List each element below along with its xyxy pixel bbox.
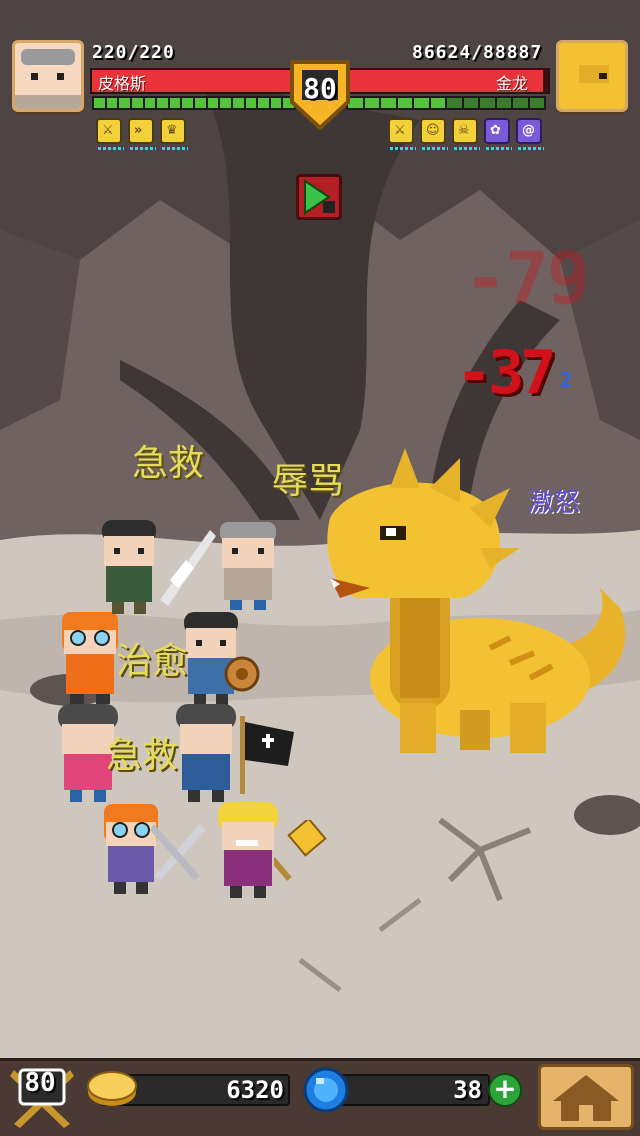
gray-cap-avatar-icon [15, 43, 81, 109]
hero-gray-hat-blue[interactable] [170, 704, 242, 804]
player-hp-text: 220/220 [92, 42, 175, 63]
boss-name: 金龙 [496, 76, 529, 93]
auto-speed-button[interactable] [296, 174, 342, 220]
skill-text-rescue-1: 急救 [132, 442, 205, 483]
skull-buff-icon[interactable]: ☠ [452, 118, 480, 150]
shield-icon [224, 656, 260, 692]
flag-icon [240, 716, 294, 794]
blue-gem-icon [303, 1067, 349, 1113]
gold-coin-icon [87, 1071, 137, 1106]
home-button[interactable] [538, 1064, 634, 1130]
damage-number-superscript: 2 [560, 368, 573, 392]
hammer-icon [274, 820, 327, 881]
player-buff-row: ⚔ » ♛ [96, 118, 188, 150]
play-speed-icon [304, 179, 335, 215]
gem-amount: 38 [453, 1076, 482, 1104]
add-gems-button[interactable]: + [488, 1073, 522, 1107]
gold-amount: 6320 [226, 1076, 284, 1104]
round-number: 80 [303, 72, 337, 105]
skill-text-insult: 辱骂 [272, 460, 345, 501]
speed-buff-icon[interactable]: » [128, 118, 156, 150]
sword-buff-icon[interactable]: ⚔ [388, 118, 416, 150]
damage-number-main: -37 [456, 338, 556, 408]
player-name: 皮格斯 [98, 76, 147, 93]
skill-text-rage: 激怒 [528, 487, 581, 517]
face-buff-icon[interactable]: ☺ [420, 118, 448, 150]
damage-number-faded: -79 [464, 236, 590, 320]
boss-hp-text: 86624/88887 [412, 42, 543, 63]
home-icon [553, 1075, 619, 1121]
battle-scene: 急救 辱骂 激怒 治愈 急救 -79 -37 2 220/220 皮格斯 866… [0, 0, 640, 1136]
skill-text-rescue-2: 急救 [106, 734, 179, 775]
sword-icon [160, 530, 216, 606]
sword-buff-icon[interactable]: ⚔ [96, 118, 124, 150]
pinwheel-buff-icon[interactable]: ✿ [484, 118, 512, 150]
swirl-buff-icon[interactable]: @ [516, 118, 544, 150]
player-level: 80 [24, 1068, 56, 1098]
crossed-swords-icon [150, 824, 206, 880]
player-portrait[interactable] [12, 40, 84, 112]
boss-portrait[interactable] [556, 40, 628, 112]
golden-dragon-avatar-icon [559, 43, 625, 109]
player-energy-bar [92, 96, 296, 110]
crown-buff-icon[interactable]: ♛ [160, 118, 188, 150]
hero-gray-cap[interactable] [212, 520, 284, 612]
boss-buff-row: ⚔ ☺ ☠ ✿ @ [388, 118, 544, 150]
skill-text-heal: 治愈 [116, 640, 189, 681]
boss-energy-bar [346, 96, 546, 110]
golden-dragon-boss[interactable] [310, 448, 640, 768]
